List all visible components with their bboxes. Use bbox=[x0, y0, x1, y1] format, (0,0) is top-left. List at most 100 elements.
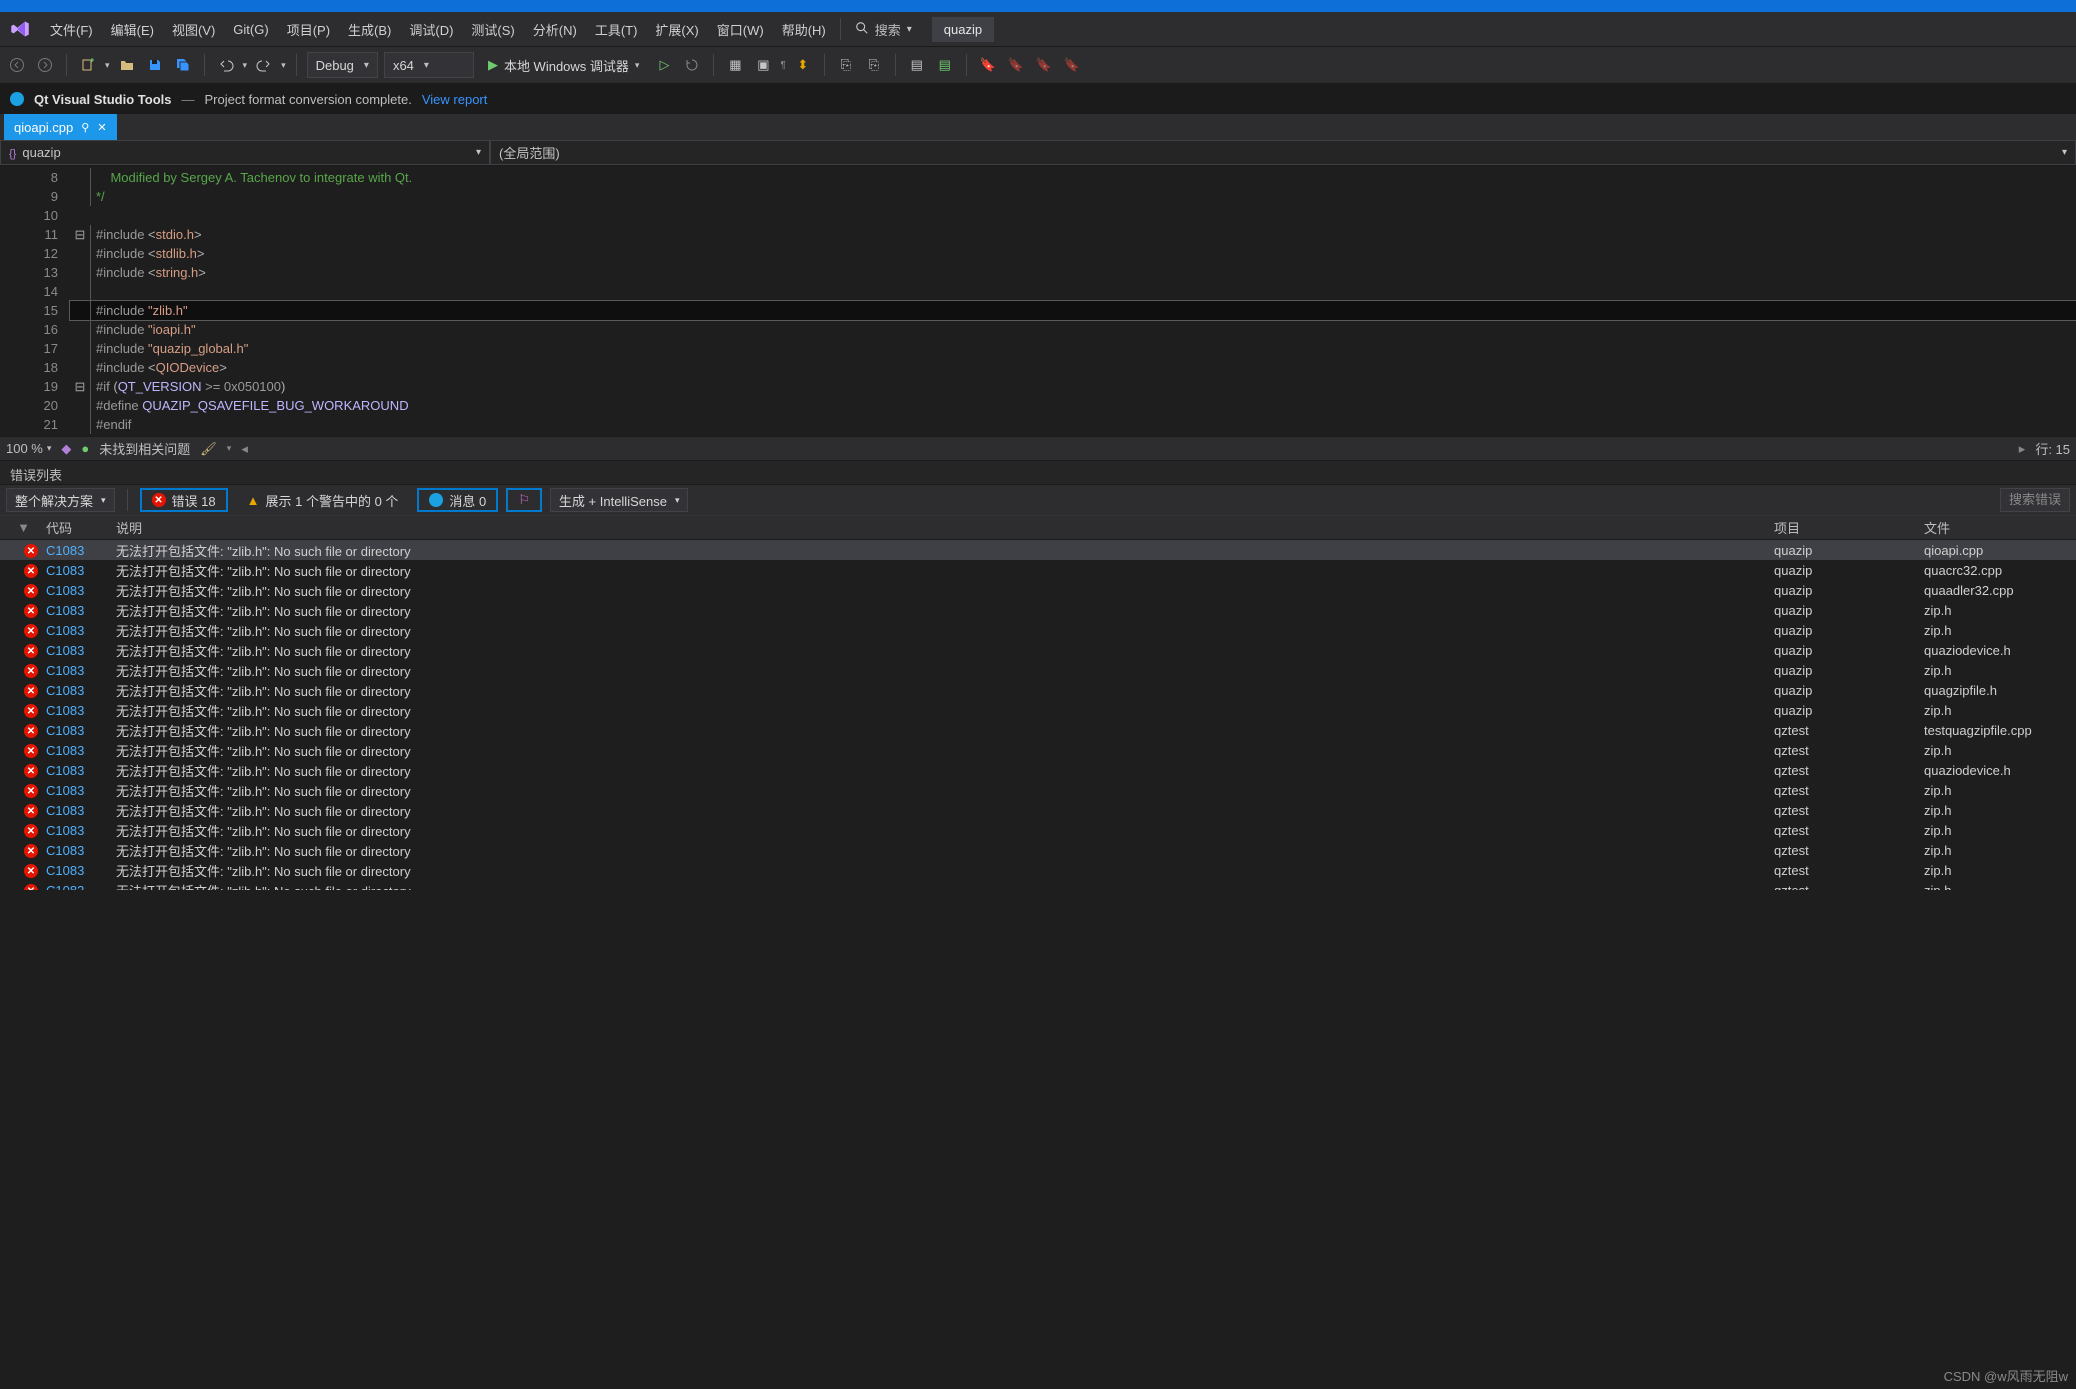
error-scope-select[interactable]: 整个解决方案▾ bbox=[6, 488, 115, 512]
bookmark-icon[interactable]: 🔖 bbox=[1005, 54, 1027, 76]
col-file[interactable]: 文件 bbox=[1916, 518, 2076, 537]
build-filter-toggle[interactable]: ⚐ bbox=[506, 488, 542, 512]
error-row[interactable]: ✕C1083无法打开包括文件: "zlib.h": No such file o… bbox=[0, 840, 2076, 860]
warnings-toggle[interactable]: ▲展示 1 个警告中的 0 个 bbox=[236, 488, 410, 512]
source-filter-select[interactable]: 生成 + IntelliSense▾ bbox=[550, 488, 689, 512]
bookmark-icon[interactable]: 🔖 bbox=[977, 54, 999, 76]
error-icon: ✕ bbox=[24, 724, 38, 738]
menu-analyze[interactable]: 分析(N) bbox=[525, 16, 585, 43]
code-line[interactable]: #include <QIODevice> bbox=[70, 358, 2076, 377]
code-area[interactable]: Modified by Sergey A. Tachenov to integr… bbox=[70, 166, 2076, 436]
error-table-body[interactable]: ✕C1083无法打开包括文件: "zlib.h": No such file o… bbox=[0, 540, 2076, 890]
error-row[interactable]: ✕C1083无法打开包括文件: "zlib.h": No such file o… bbox=[0, 640, 2076, 660]
code-line[interactable]: #define QUAZIP_QSAVEFILE_BUG_WORKAROUND bbox=[70, 396, 2076, 415]
bookmark-icon[interactable]: 🔖 bbox=[1033, 54, 1055, 76]
error-search-input[interactable]: 搜索错误 bbox=[2000, 488, 2070, 512]
menu-debug[interactable]: 调试(D) bbox=[401, 16, 461, 43]
code-editor[interactable]: 89101112131415161718192021 Modified by S… bbox=[0, 166, 2076, 436]
error-row[interactable]: ✕C1083无法打开包括文件: "zlib.h": No such file o… bbox=[0, 660, 2076, 680]
error-row[interactable]: ✕C1083无法打开包括文件: "zlib.h": No such file o… bbox=[0, 720, 2076, 740]
notification-message: Project format conversion complete. bbox=[204, 92, 411, 107]
menu-tools[interactable]: 工具(T) bbox=[587, 16, 646, 43]
code-line[interactable]: #include <string.h> bbox=[70, 263, 2076, 282]
namespace-icon: {} bbox=[9, 148, 16, 160]
undo-button[interactable] bbox=[215, 54, 237, 76]
brush-icon[interactable]: 🖌 bbox=[200, 441, 217, 457]
save-button[interactable] bbox=[144, 54, 166, 76]
error-row[interactable]: ✕C1083无法打开包括文件: "zlib.h": No such file o… bbox=[0, 700, 2076, 720]
solution-name-box[interactable]: quazip bbox=[932, 17, 994, 42]
error-row[interactable]: ✕C1083无法打开包括文件: "zlib.h": No such file o… bbox=[0, 560, 2076, 580]
menu-git[interactable]: Git(G) bbox=[225, 18, 276, 41]
menu-view[interactable]: 视图(V) bbox=[164, 16, 223, 43]
start-without-debug-button[interactable]: ▷ bbox=[653, 54, 675, 76]
tool-icon[interactable]: ▦ bbox=[724, 54, 746, 76]
menu-edit[interactable]: 编辑(E) bbox=[103, 16, 162, 43]
code-lens-icon[interactable]: ◆ bbox=[61, 441, 71, 457]
menu-window[interactable]: 窗口(W) bbox=[709, 16, 772, 43]
error-row[interactable]: ✕C1083无法打开包括文件: "zlib.h": No such file o… bbox=[0, 600, 2076, 620]
new-item-button[interactable] bbox=[77, 54, 99, 76]
code-line[interactable]: ⊟#include <stdio.h> bbox=[70, 225, 2076, 244]
error-row[interactable]: ✕C1083无法打开包括文件: "zlib.h": No such file o… bbox=[0, 740, 2076, 760]
zoom-control[interactable]: 100 % ▾ bbox=[6, 441, 51, 456]
code-line[interactable] bbox=[70, 206, 2076, 225]
tool-icon[interactable]: ⬍ bbox=[792, 54, 814, 76]
col-project[interactable]: 项目 bbox=[1766, 518, 1916, 537]
error-row[interactable]: ✕C1083无法打开包括文件: "zlib.h": No such file o… bbox=[0, 780, 2076, 800]
nav-back-button[interactable] bbox=[6, 54, 28, 76]
start-debug-button[interactable]: ▶ 本地 Windows 调试器 ▾ bbox=[480, 52, 648, 78]
error-row[interactable]: ✕C1083无法打开包括文件: "zlib.h": No such file o… bbox=[0, 860, 2076, 880]
col-code[interactable]: 代码 bbox=[38, 518, 108, 537]
tool-icon[interactable]: ▣ bbox=[752, 54, 774, 76]
filter-icon[interactable]: ▼ bbox=[17, 520, 30, 535]
code-line[interactable] bbox=[70, 282, 2076, 301]
error-row[interactable]: ✕C1083无法打开包括文件: "zlib.h": No such file o… bbox=[0, 820, 2076, 840]
scope-member-select[interactable]: (全局范围) ▾ bbox=[490, 140, 2076, 165]
pin-icon[interactable]: ⚲ bbox=[81, 121, 89, 134]
code-line[interactable]: */ bbox=[70, 187, 2076, 206]
bookmark-icon[interactable]: 🔖 bbox=[1061, 54, 1083, 76]
menu-project[interactable]: 项目(P) bbox=[279, 16, 338, 43]
close-icon[interactable]: ✕ bbox=[97, 121, 106, 134]
col-desc[interactable]: 说明 bbox=[108, 518, 1766, 537]
code-line[interactable]: #include "ioapi.h" bbox=[70, 320, 2076, 339]
error-row[interactable]: ✕C1083无法打开包括文件: "zlib.h": No such file o… bbox=[0, 580, 2076, 600]
error-row[interactable]: ✕C1083无法打开包括文件: "zlib.h": No such file o… bbox=[0, 540, 2076, 560]
error-row[interactable]: ✕C1083无法打开包括文件: "zlib.h": No such file o… bbox=[0, 680, 2076, 700]
tool-icon[interactable]: ⎘ bbox=[835, 54, 857, 76]
error-row[interactable]: ✕C1083无法打开包括文件: "zlib.h": No such file o… bbox=[0, 760, 2076, 780]
menu-file[interactable]: 文件(F) bbox=[42, 16, 101, 43]
save-all-button[interactable] bbox=[172, 54, 194, 76]
code-line[interactable]: #include <stdlib.h> bbox=[70, 244, 2076, 263]
menu-extensions[interactable]: 扩展(X) bbox=[647, 16, 706, 43]
view-report-link[interactable]: View report bbox=[422, 92, 488, 107]
code-line[interactable]: Modified by Sergey A. Tachenov to integr… bbox=[70, 168, 2076, 187]
scope-project-select[interactable]: {}quazip ▾ bbox=[0, 140, 490, 165]
tool-icon[interactable]: ▤ bbox=[934, 54, 956, 76]
tool-icon[interactable]: ⎘ bbox=[863, 54, 885, 76]
error-row[interactable]: ✕C1083无法打开包括文件: "zlib.h": No such file o… bbox=[0, 800, 2076, 820]
quick-search[interactable]: 搜索 ▾ bbox=[847, 17, 920, 42]
file-tab-qioapi[interactable]: qioapi.cpp ⚲ ✕ bbox=[4, 114, 117, 140]
nav-forward-button[interactable] bbox=[34, 54, 56, 76]
platform-select[interactable]: x64▾ bbox=[384, 52, 474, 78]
error-row[interactable]: ✕C1083无法打开包括文件: "zlib.h": No such file o… bbox=[0, 880, 2076, 890]
error-icon: ✕ bbox=[24, 684, 38, 698]
scope-bar: {}quazip ▾ (全局范围) ▾ bbox=[0, 140, 2076, 166]
messages-toggle[interactable]: 消息 0 bbox=[417, 488, 498, 512]
open-file-button[interactable] bbox=[116, 54, 138, 76]
code-line[interactable]: ⊟#if (QT_VERSION >= 0x050100) bbox=[70, 377, 2076, 396]
error-row[interactable]: ✕C1083无法打开包括文件: "zlib.h": No such file o… bbox=[0, 620, 2076, 640]
config-select[interactable]: Debug▾ bbox=[307, 52, 378, 78]
menu-test[interactable]: 测试(S) bbox=[463, 16, 522, 43]
menu-help[interactable]: 帮助(H) bbox=[774, 16, 834, 43]
tool-icon[interactable]: ▤ bbox=[906, 54, 928, 76]
menu-build[interactable]: 生成(B) bbox=[340, 16, 399, 43]
refresh-button[interactable] bbox=[681, 54, 703, 76]
code-line[interactable]: #include "quazip_global.h" bbox=[70, 339, 2076, 358]
code-line[interactable]: #endif bbox=[70, 415, 2076, 434]
errors-toggle[interactable]: ✕错误 18 bbox=[140, 488, 228, 512]
code-line[interactable]: #include "zlib.h" bbox=[70, 301, 2076, 320]
redo-button[interactable] bbox=[253, 54, 275, 76]
